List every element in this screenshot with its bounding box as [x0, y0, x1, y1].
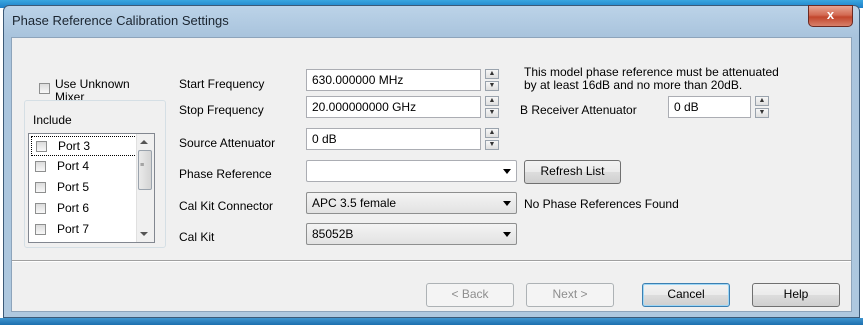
- port-label: Port 4: [57, 159, 90, 173]
- list-item[interactable]: Port 6: [31, 199, 137, 219]
- next-button[interactable]: Next >: [526, 283, 614, 307]
- no-phase-references-message: No Phase References Found: [524, 197, 679, 211]
- b-receiver-attenuator-input[interactable]: 0 dB: [668, 96, 751, 118]
- refresh-list-button[interactable]: Refresh List: [524, 160, 621, 184]
- spin-down-icon[interactable]: ▼: [755, 108, 769, 118]
- list-item[interactable]: Port 3: [31, 136, 137, 156]
- help-button[interactable]: Help: [752, 283, 840, 307]
- start-frequency-spinner[interactable]: ▲ ▼: [485, 69, 499, 91]
- dialog-window: Phase Reference Calibration Settings x U…: [3, 5, 860, 318]
- cal-kit-connector-value: APC 3.5 female: [312, 196, 397, 210]
- source-attenuator-input[interactable]: 0 dB: [306, 128, 481, 150]
- port-5-checkbox[interactable]: [35, 182, 46, 193]
- spin-up-icon[interactable]: ▲: [485, 128, 499, 138]
- use-unknown-mixer-checkbox[interactable]: [39, 83, 50, 94]
- back-button[interactable]: < Back: [426, 283, 514, 307]
- window-title: Phase Reference Calibration Settings: [12, 13, 229, 28]
- attenuation-note-line2: by at least 16dB and no more than 20dB.: [524, 78, 743, 92]
- stop-frequency-label: Stop Frequency: [179, 103, 264, 117]
- cal-kit-connector-select[interactable]: APC 3.5 female: [306, 192, 517, 214]
- source-attenuator-label: Source Attenuator: [179, 136, 276, 150]
- scroll-up-icon[interactable]: [140, 140, 148, 144]
- use-unknown-mixer-label-line1: Use Unknown: [55, 77, 130, 91]
- phase-reference-select[interactable]: [306, 160, 517, 182]
- port-7-checkbox[interactable]: [35, 224, 46, 235]
- scroll-down-icon[interactable]: [140, 232, 148, 236]
- port-label: Port 7: [57, 222, 90, 236]
- cal-kit-connector-label: Cal Kit Connector: [179, 199, 274, 213]
- port-label: Port 3: [58, 139, 91, 153]
- attenuation-note-line1: This model phase reference must be atten…: [524, 65, 779, 79]
- port-3-checkbox[interactable]: [36, 141, 47, 152]
- dialog-footer: < Back Next > Cancel Help: [12, 262, 851, 311]
- spin-down-icon[interactable]: ▼: [485, 108, 499, 118]
- port-label: Port 6: [57, 201, 90, 215]
- cal-kit-value: 85052B: [312, 227, 354, 241]
- close-button[interactable]: x: [808, 5, 853, 27]
- phase-reference-label: Phase Reference: [179, 167, 272, 181]
- start-frequency-input[interactable]: 630.000000 MHz: [306, 69, 481, 91]
- port-4-checkbox[interactable]: [35, 161, 46, 172]
- background-strip-bottom: [0, 318, 863, 325]
- port-list[interactable]: Port 3 Port 4 Port 5 Port 6 Port 7 ≡: [28, 133, 155, 243]
- cal-kit-select[interactable]: 85052B: [306, 223, 517, 245]
- cal-kit-label: Cal Kit: [179, 230, 215, 244]
- start-frequency-label: Start Frequency: [179, 77, 265, 91]
- b-receiver-attenuator-label: B Receiver Attenuator: [520, 103, 637, 117]
- source-attenuator-spinner[interactable]: ▲ ▼: [485, 128, 499, 150]
- spin-up-icon[interactable]: ▲: [485, 96, 499, 106]
- port-list-scrollbar[interactable]: ≡: [136, 134, 154, 242]
- grip-icon: ≡: [140, 162, 145, 169]
- chevron-down-icon: [503, 232, 511, 237]
- list-item[interactable]: Port 4: [31, 157, 137, 177]
- list-item[interactable]: Port 5: [31, 178, 137, 198]
- list-item[interactable]: Port 7: [31, 220, 137, 240]
- spin-down-icon[interactable]: ▼: [485, 140, 499, 150]
- chevron-down-icon: [503, 201, 511, 206]
- chevron-down-icon: [503, 169, 511, 174]
- stop-frequency-spinner[interactable]: ▲ ▼: [485, 96, 499, 118]
- dialog-client-area: Use Unknown Mixer Include Port 3 Port 4 …: [11, 37, 852, 312]
- scroll-thumb[interactable]: [138, 150, 152, 190]
- include-label: Include: [31, 113, 74, 127]
- spin-up-icon[interactable]: ▲: [755, 96, 769, 106]
- close-icon: x: [826, 7, 835, 22]
- spin-up-icon[interactable]: ▲: [485, 69, 499, 79]
- port-6-checkbox[interactable]: [35, 203, 46, 214]
- port-label: Port 5: [57, 180, 90, 194]
- b-receiver-attenuator-spinner[interactable]: ▲ ▼: [755, 96, 769, 118]
- spin-down-icon[interactable]: ▼: [485, 81, 499, 91]
- title-bar[interactable]: Phase Reference Calibration Settings x: [4, 5, 859, 36]
- cancel-button[interactable]: Cancel: [642, 283, 730, 307]
- stop-frequency-input[interactable]: 20.000000000 GHz: [306, 96, 481, 118]
